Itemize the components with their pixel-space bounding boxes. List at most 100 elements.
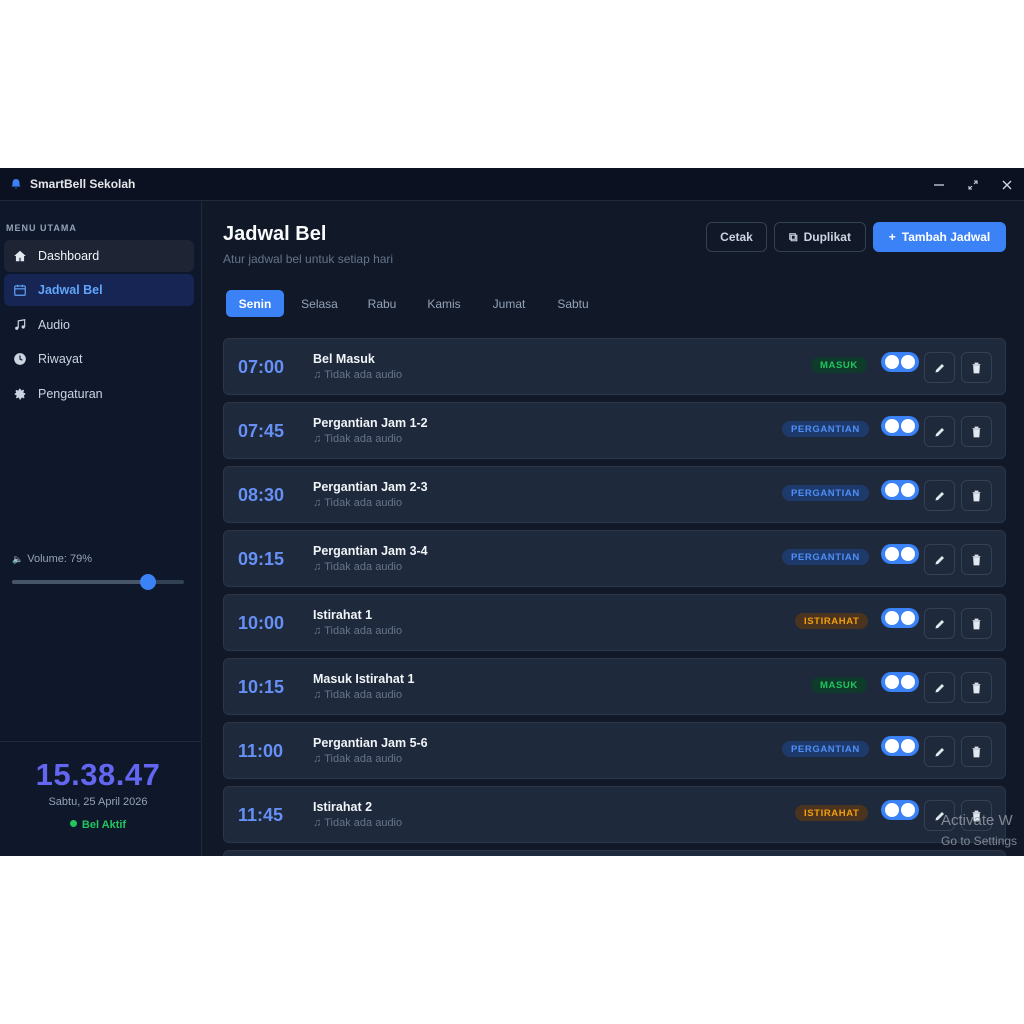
schedule-toggle[interactable] bbox=[881, 608, 919, 628]
delete-button[interactable] bbox=[961, 416, 992, 447]
toggle-knob bbox=[901, 355, 915, 369]
schedule-toggle[interactable] bbox=[881, 736, 919, 756]
schedule-row[interactable]: 08:30 Pergantian Jam 2-3 ♫ Tidak ada audio P… bbox=[223, 466, 1006, 523]
sidebar-item-label: Pengaturan bbox=[38, 387, 103, 401]
bell-icon bbox=[11, 179, 21, 189]
sidebar-item-label: Riwayat bbox=[38, 352, 83, 366]
schedule-toggle[interactable] bbox=[881, 416, 919, 436]
tab-rabu[interactable]: Rabu bbox=[357, 290, 407, 317]
schedule-audio-text: Tidak ada audio bbox=[324, 817, 403, 829]
toggle-knob bbox=[885, 675, 899, 689]
add-schedule-button-label: Tambah Jadwal bbox=[901, 230, 991, 244]
edit-button[interactable] bbox=[924, 480, 955, 511]
close-button[interactable] bbox=[996, 174, 1018, 196]
delete-button[interactable] bbox=[961, 352, 992, 383]
tab-jumat[interactable]: Jumat bbox=[482, 290, 536, 317]
tab-sabtu[interactable]: Sabtu bbox=[546, 290, 600, 317]
volume-thumb[interactable] bbox=[140, 574, 156, 590]
toggle-knob bbox=[885, 483, 899, 497]
schedule-toggle[interactable] bbox=[881, 352, 919, 372]
duplicate-button-label: Duplikat bbox=[803, 230, 851, 244]
clock-panel: 15.38.47 Sabtu, 25 April 2026 Bel Aktif bbox=[0, 741, 202, 856]
schedule-type-badge: PERGANTIAN bbox=[782, 421, 869, 437]
title-bar: SmartBell Sekolah bbox=[0, 168, 1024, 201]
sidebar-item-riwayat[interactable]: Riwayat bbox=[4, 343, 194, 375]
print-button-label: Cetak bbox=[720, 230, 753, 244]
schedule-name: Pergantian Jam 5-6 bbox=[313, 736, 428, 750]
volume-text: Volume: 79% bbox=[27, 553, 93, 565]
pencil-icon bbox=[935, 555, 944, 564]
schedule-audio: ♫ Tidak ada audio bbox=[313, 433, 402, 445]
sidebar-item-dashboard[interactable]: Dashboard bbox=[4, 240, 194, 272]
schedule-type-badge: MASUK bbox=[811, 677, 867, 693]
edit-button[interactable] bbox=[924, 736, 955, 767]
clock: 15.38.47 bbox=[35, 757, 161, 792]
edit-button[interactable] bbox=[924, 544, 955, 575]
schedule-toggle[interactable] bbox=[881, 672, 919, 692]
schedule-row[interactable]: 07:00 Bel Masuk ♫ Tidak ada audio MASUK bbox=[223, 338, 1006, 395]
schedule-toggle[interactable] bbox=[881, 480, 919, 500]
schedule-audio-text: Tidak ada audio bbox=[324, 625, 403, 637]
bell-status-text: Bel Aktif bbox=[81, 819, 127, 831]
schedule-type-badge: PERGANTIAN bbox=[782, 485, 869, 501]
main-content: Jadwal Bel Atur jadwal bel untuk setiap … bbox=[203, 201, 1024, 856]
schedule-type-badge: ISTIRAHAT bbox=[795, 805, 869, 821]
edit-button[interactable] bbox=[924, 608, 955, 639]
music-note-icon: ♫ bbox=[313, 497, 322, 509]
minimize-button[interactable] bbox=[928, 174, 950, 196]
edit-button[interactable] bbox=[924, 352, 955, 383]
schedule-audio-text: Tidak ada audio bbox=[324, 561, 403, 573]
schedule-name: Pergantian Jam 1-2 bbox=[313, 416, 428, 430]
duplicate-button[interactable]: ⧉ Duplikat bbox=[774, 222, 866, 252]
app-title: SmartBell Sekolah bbox=[30, 177, 136, 191]
schedule-row[interactable]: 11:45 Istirahat 2 ♫ Tidak ada audio ISTIRAHA… bbox=[223, 786, 1006, 843]
schedule-row[interactable]: 11:00 Pergantian Jam 5-6 ♫ Tidak ada audio P… bbox=[223, 722, 1006, 779]
tab-selasa[interactable]: Selasa bbox=[292, 290, 347, 317]
schedule-row[interactable]: 07:45 Pergantian Jam 1-2 ♫ Tidak ada audio P… bbox=[223, 402, 1006, 459]
sidebar-item-audio[interactable]: Audio bbox=[4, 309, 194, 341]
schedule-time: 11:45 bbox=[238, 805, 284, 825]
delete-button[interactable] bbox=[961, 672, 992, 703]
music-note-icon: ♫ bbox=[313, 625, 322, 637]
add-schedule-button[interactable]: + Tambah Jadwal bbox=[873, 222, 1006, 252]
trash-icon bbox=[972, 682, 981, 693]
sidebar-item-jadwal-bel[interactable]: Jadwal Bel bbox=[4, 274, 194, 306]
tab-senin[interactable]: Senin bbox=[226, 290, 284, 317]
music-note-icon: ♫ bbox=[313, 753, 322, 765]
tab-kamis[interactable]: Kamis bbox=[418, 290, 470, 317]
sidebar-item-pengaturan[interactable]: Pengaturan bbox=[4, 378, 194, 410]
pencil-icon bbox=[935, 491, 944, 500]
trash-icon bbox=[972, 554, 981, 565]
schedule-time: 10:15 bbox=[238, 677, 285, 697]
delete-button[interactable] bbox=[961, 480, 992, 511]
edit-button[interactable] bbox=[924, 672, 955, 703]
sidebar-item-label: Dashboard bbox=[38, 249, 100, 263]
trash-icon bbox=[972, 746, 981, 757]
toggle-knob bbox=[901, 547, 915, 561]
maximize-button[interactable] bbox=[962, 174, 984, 196]
schedule-row[interactable]: 10:15 Masuk Istirahat 1 ♫ Tidak ada audio MA… bbox=[223, 658, 1006, 715]
edit-button[interactable] bbox=[924, 416, 955, 447]
schedule-row[interactable]: 09:15 Pergantian Jam 3-4 ♫ Tidak ada audio P… bbox=[223, 530, 1006, 587]
expand-icon bbox=[968, 180, 978, 190]
toggle-knob bbox=[901, 739, 915, 753]
delete-button[interactable] bbox=[961, 544, 992, 575]
schedule-row[interactable] bbox=[223, 850, 1006, 856]
schedule-toggle[interactable] bbox=[881, 800, 919, 820]
schedule-toggle[interactable] bbox=[881, 544, 919, 564]
schedule-row[interactable]: 10:00 Istirahat 1 ♫ Tidak ada audio ISTIRAHA… bbox=[223, 594, 1006, 651]
clock-icon bbox=[14, 353, 26, 365]
schedule-audio: ♫ Tidak ada audio bbox=[313, 817, 402, 829]
delete-button[interactable] bbox=[961, 736, 992, 767]
sidebar: MENU UTAMA Dashboard Jadwal Bel Audio Ri… bbox=[0, 201, 202, 856]
volume-slider[interactable] bbox=[12, 574, 184, 590]
home-icon bbox=[14, 250, 26, 262]
schedule-name: Istirahat 1 bbox=[313, 608, 373, 622]
page-subtitle: Atur jadwal bel untuk setiap hari bbox=[223, 252, 394, 266]
volume-fill bbox=[12, 580, 148, 584]
gear-icon bbox=[14, 388, 26, 400]
schedule-type-badge: MASUK bbox=[811, 357, 867, 373]
schedule-audio-text: Tidak ada audio bbox=[324, 433, 403, 445]
delete-button[interactable] bbox=[961, 608, 992, 639]
print-button[interactable]: Cetak bbox=[706, 222, 767, 252]
